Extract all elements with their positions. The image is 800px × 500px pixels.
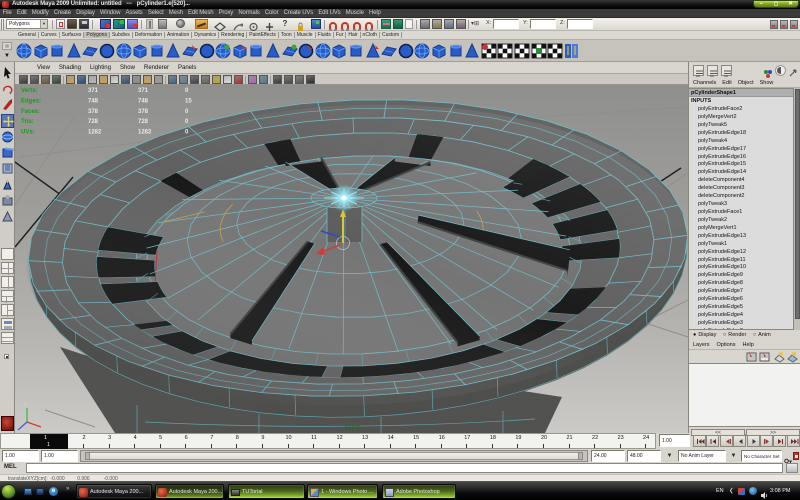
svg-text:378: 378 bbox=[88, 109, 99, 115]
svg-text:748: 748 bbox=[138, 98, 149, 104]
svg-text:378: 378 bbox=[138, 109, 149, 115]
svg-text:Edges:: Edges: bbox=[21, 98, 41, 104]
svg-text:Verts:: Verts: bbox=[21, 88, 38, 94]
svg-text:728: 728 bbox=[138, 119, 149, 125]
svg-text:1282: 1282 bbox=[88, 130, 102, 136]
svg-text:1282: 1282 bbox=[138, 130, 152, 136]
svg-text:371: 371 bbox=[88, 88, 99, 94]
svg-text:Faces:: Faces: bbox=[21, 109, 40, 115]
svg-text:persp: persp bbox=[345, 425, 361, 431]
svg-text:371: 371 bbox=[138, 88, 149, 94]
svg-text:728: 728 bbox=[88, 119, 99, 125]
svg-text:15: 15 bbox=[185, 98, 192, 104]
svg-text:Tris:: Tris: bbox=[21, 119, 34, 125]
svg-text:UVs:: UVs: bbox=[21, 130, 35, 136]
svg-text:748: 748 bbox=[88, 98, 99, 104]
